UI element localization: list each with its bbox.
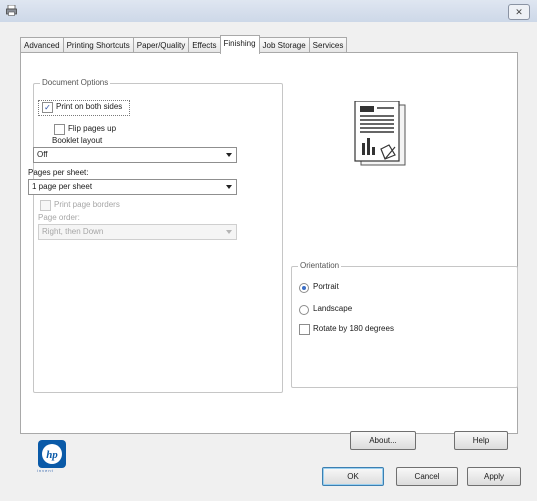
duplex-preview-icon — [354, 101, 406, 166]
page-order-label: Page order: — [38, 213, 80, 222]
ok-button[interactable]: OK — [322, 467, 384, 486]
booklet-layout-select[interactable]: Off — [33, 147, 237, 163]
landscape-radio[interactable] — [299, 305, 309, 315]
chevron-down-icon — [226, 230, 232, 234]
pages-per-sheet-value: 1 page per sheet — [32, 182, 93, 191]
tab-strip: Advanced Printing Shortcuts Paper/Qualit… — [20, 35, 348, 54]
pages-per-sheet-select[interactable]: 1 page per sheet — [28, 179, 237, 195]
portrait-radio[interactable] — [299, 283, 309, 293]
rotate-180-checkbox[interactable] — [299, 324, 310, 335]
finishing-panel: Document Options ✓ Print on both sides F… — [20, 52, 518, 434]
print-both-sides-label[interactable]: Print on both sides — [56, 102, 122, 112]
tab-finishing[interactable]: Finishing — [219, 35, 260, 54]
printer-icon — [6, 5, 17, 16]
cancel-button[interactable]: Cancel — [396, 467, 458, 486]
orientation-legend: Orientation — [298, 261, 342, 271]
apply-button[interactable]: Apply — [467, 467, 521, 486]
orientation-group: Orientation Portrait Landscape Rotate by… — [291, 261, 518, 388]
print-page-borders-label: Print page borders — [54, 200, 120, 209]
hp-logo: hp — [38, 440, 66, 468]
pages-per-sheet-label: Pages per sheet: — [28, 168, 89, 177]
about-button[interactable]: About... — [350, 431, 416, 450]
help-button[interactable]: Help — [454, 431, 508, 450]
title-bar: ✕ — [0, 0, 537, 23]
svg-text:hp: hp — [46, 449, 58, 461]
rotate-180-label[interactable]: Rotate by 180 degrees — [313, 324, 394, 334]
booklet-layout-value: Off — [37, 150, 48, 159]
flip-pages-up-label[interactable]: Flip pages up — [68, 124, 116, 134]
booklet-layout-label: Booklet layout — [52, 136, 103, 145]
printer-properties-dialog: Advanced Printing Shortcuts Paper/Qualit… — [0, 22, 537, 501]
print-page-borders-checkbox[interactable] — [40, 200, 51, 211]
chevron-down-icon — [226, 153, 232, 157]
chevron-down-icon — [226, 185, 232, 189]
close-button[interactable]: ✕ — [508, 4, 530, 20]
page-order-value: Right, then Down — [42, 227, 104, 236]
hp-tagline: invent — [37, 468, 54, 473]
portrait-label[interactable]: Portrait — [313, 282, 339, 292]
document-options-legend: Document Options — [40, 78, 111, 88]
flip-pages-up-checkbox[interactable] — [54, 124, 65, 135]
page-order-select[interactable]: Right, then Down — [38, 224, 237, 240]
print-both-sides-checkbox[interactable]: ✓ — [42, 102, 53, 113]
landscape-label[interactable]: Landscape — [313, 304, 352, 314]
